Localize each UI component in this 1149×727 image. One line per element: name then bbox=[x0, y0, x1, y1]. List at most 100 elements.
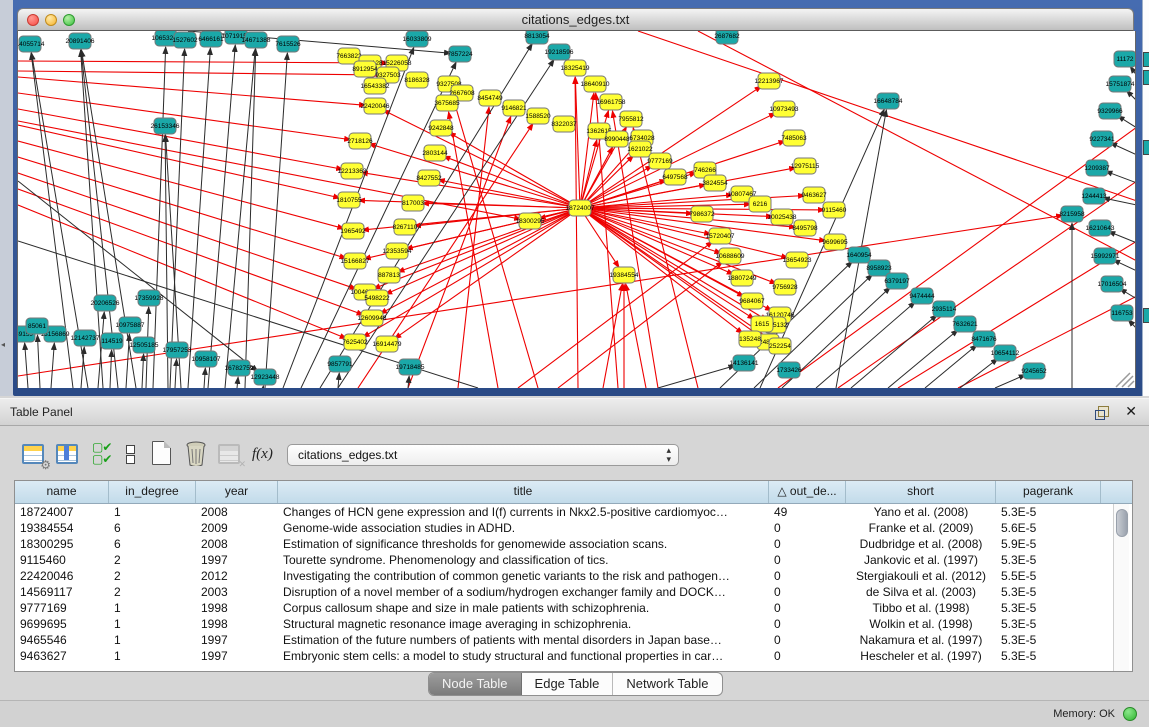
graph-node[interactable]: 1621022 bbox=[627, 141, 653, 157]
graph-node[interactable]: 6379197 bbox=[884, 273, 910, 289]
graph-edge[interactable] bbox=[18, 61, 388, 63]
graph-edge[interactable] bbox=[394, 208, 580, 339]
table-row[interactable]: 1938455462009Genome-wide association stu… bbox=[15, 520, 1132, 536]
cell-out_de[interactable]: 49 bbox=[769, 504, 846, 520]
graph-edge[interactable] bbox=[449, 112, 498, 388]
cell-in_degree[interactable]: 2 bbox=[109, 568, 196, 584]
graph-edge[interactable] bbox=[153, 47, 166, 388]
splitpane-collapse-icon[interactable]: ◂ bbox=[1, 340, 5, 349]
cell-in_degree[interactable]: 1 bbox=[109, 600, 196, 616]
graph-node[interactable]: 7485063 bbox=[781, 130, 807, 146]
cell-short[interactable]: de Silva et al. (2003) bbox=[846, 584, 996, 600]
cell-out_de[interactable]: 0 bbox=[769, 616, 846, 632]
tab-network-table[interactable]: Network Table bbox=[613, 673, 721, 695]
delete-column-icon[interactable] bbox=[184, 440, 210, 466]
graph-node[interactable]: 252254 bbox=[769, 338, 791, 354]
table-row[interactable]: 977716911998Corpus callosum shape and si… bbox=[15, 600, 1132, 616]
cell-name[interactable]: 9699695 bbox=[15, 616, 109, 632]
graph-node[interactable]: 6216 bbox=[749, 196, 771, 212]
graph-node[interactable]: 2687682 bbox=[714, 31, 740, 44]
graph-edge[interactable] bbox=[888, 330, 958, 388]
graph-node[interactable]: 14671388 bbox=[242, 32, 271, 48]
graph-edge[interactable] bbox=[361, 172, 580, 208]
table-row[interactable]: 911546021997Tourette syndrome. Phenomeno… bbox=[15, 552, 1132, 568]
table-row[interactable]: 946362711997Embryonic stem cells: a mode… bbox=[15, 648, 1132, 664]
graph-node[interactable]: 8495798 bbox=[792, 220, 818, 236]
graph-node[interactable]: 5498222 bbox=[364, 290, 390, 306]
graph-node[interactable]: 9857791 bbox=[327, 356, 353, 372]
cell-name[interactable]: 14569117 bbox=[15, 584, 109, 600]
cell-pagerank[interactable]: 5.3E-5 bbox=[996, 504, 1101, 520]
column-header-in_degree[interactable]: in_degree bbox=[109, 481, 196, 503]
cell-name[interactable]: 19384554 bbox=[15, 520, 109, 536]
graph-node[interactable]: 9474444 bbox=[909, 288, 935, 304]
cell-year[interactable]: 2008 bbox=[196, 536, 278, 552]
graph-node[interactable]: 7857224 bbox=[447, 46, 473, 62]
cell-in_degree[interactable]: 1 bbox=[109, 632, 196, 648]
graph-node[interactable]: 9684067 bbox=[739, 293, 765, 309]
graph-node[interactable]: 6466161 bbox=[198, 31, 224, 47]
graph-edge[interactable] bbox=[265, 53, 287, 388]
cell-title[interactable]: Investigating the contribution of common… bbox=[278, 568, 769, 584]
cell-in_degree[interactable]: 2 bbox=[109, 584, 196, 600]
cell-name[interactable]: 9115460 bbox=[15, 552, 109, 568]
graph-node[interactable]: 12923448 bbox=[251, 369, 280, 385]
graph-node[interactable]: 12213363 bbox=[338, 163, 367, 179]
graph-node[interactable]: 8267110 bbox=[393, 219, 418, 235]
graph-node[interactable]: 16961758 bbox=[597, 94, 626, 110]
graph-node[interactable]: 22420046 bbox=[361, 98, 390, 114]
column-header-title[interactable]: title bbox=[278, 481, 769, 503]
cell-out_de[interactable]: 0 bbox=[769, 648, 846, 664]
table-row[interactable]: 2242004622012Investigating the contribut… bbox=[15, 568, 1132, 584]
graph-node[interactable]: 9227341 bbox=[1089, 131, 1115, 147]
cell-title[interactable]: Tourette syndrome. Phenomenology and cla… bbox=[278, 552, 769, 568]
graph-node[interactable]: 20891406 bbox=[66, 33, 95, 49]
cell-out_de[interactable]: 0 bbox=[769, 568, 846, 584]
graph-node[interactable]: 9115460 bbox=[822, 202, 847, 218]
graph-node[interactable]: 1733426 bbox=[776, 362, 802, 378]
graph-node[interactable]: 12353594 bbox=[383, 243, 412, 259]
graph-edge[interactable] bbox=[995, 375, 1026, 388]
graph-node[interactable]: 2718126 bbox=[347, 133, 373, 149]
graph-node[interactable]: 135248 bbox=[739, 331, 761, 347]
column-header-short[interactable]: short bbox=[846, 481, 996, 503]
graph-edge[interactable] bbox=[603, 284, 622, 388]
graph-node[interactable]: 26153346 bbox=[151, 118, 180, 134]
graph-edge[interactable] bbox=[449, 132, 580, 208]
unselect-all-icon[interactable] bbox=[126, 444, 152, 470]
cell-out_de[interactable]: 0 bbox=[769, 536, 846, 552]
graph-edge[interactable] bbox=[580, 93, 594, 208]
cell-short[interactable]: Yano et al. (2008) bbox=[846, 504, 996, 520]
cell-pagerank[interactable]: 5.9E-5 bbox=[996, 536, 1101, 552]
graph-node[interactable]: 16210643 bbox=[1086, 220, 1115, 236]
select-all-icon[interactable]: ▢✔▢✔ bbox=[92, 442, 118, 468]
cell-short[interactable]: Tibbo et al. (1998) bbox=[846, 600, 996, 616]
cell-title[interactable]: Embryonic stem cells: a model to study s… bbox=[278, 648, 769, 664]
graph-node[interactable]: 85061 bbox=[26, 318, 48, 334]
graph-node[interactable]: 16914479 bbox=[373, 336, 402, 352]
graph-node[interactable]: 7632621 bbox=[952, 316, 978, 332]
graph-node[interactable]: 9146821 bbox=[501, 100, 527, 116]
graph-node[interactable]: 10688609 bbox=[716, 248, 745, 264]
cell-year[interactable]: 2012 bbox=[196, 568, 278, 584]
cell-name[interactable]: 9465546 bbox=[15, 632, 109, 648]
table-settings-icon[interactable]: ⚙ bbox=[22, 442, 48, 468]
graph-node[interactable]: 10025438 bbox=[768, 209, 797, 225]
graph-node[interactable]: 18300295 bbox=[516, 213, 545, 229]
graph-node[interactable]: 9463627 bbox=[801, 187, 827, 203]
graph-node[interactable]: 12609948 bbox=[358, 310, 387, 326]
graph-node[interactable]: 13654923 bbox=[783, 252, 812, 268]
graph-node[interactable]: 12505185 bbox=[130, 337, 159, 353]
graph-node[interactable]: 15720407 bbox=[706, 228, 735, 244]
cell-out_de[interactable]: 0 bbox=[769, 520, 846, 536]
graph-edge[interactable] bbox=[369, 144, 580, 208]
close-panel-icon[interactable]: ✕ bbox=[1125, 404, 1137, 418]
graph-edge[interactable] bbox=[237, 377, 238, 388]
cell-title[interactable]: Changes of HCN gene expression and I(f) … bbox=[278, 504, 769, 520]
graph-edge[interactable] bbox=[204, 368, 205, 388]
graph-node[interactable]: 8990448 bbox=[604, 131, 630, 147]
cell-out_de[interactable]: 0 bbox=[769, 552, 846, 568]
cell-year[interactable]: 2003 bbox=[196, 584, 278, 600]
cell-year[interactable]: 2008 bbox=[196, 504, 278, 520]
cell-title[interactable]: Disruption of a novel member of a sodium… bbox=[278, 584, 769, 600]
